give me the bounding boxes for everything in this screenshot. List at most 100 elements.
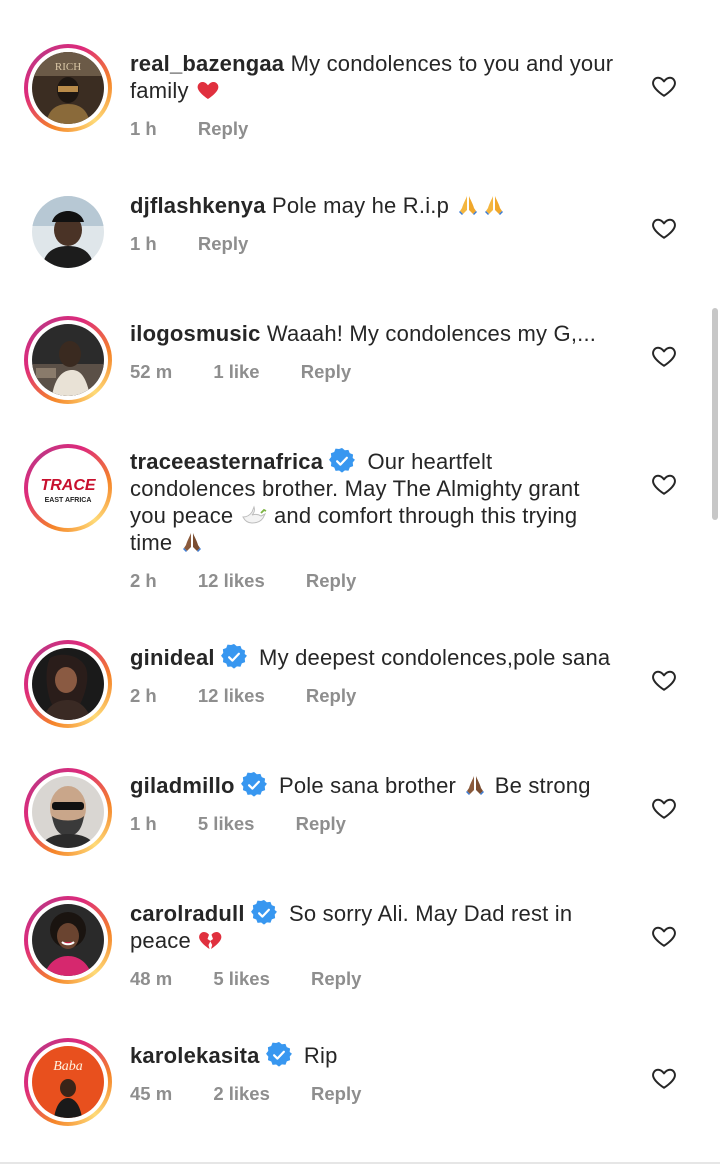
comment-meta: 1 h Reply <box>130 118 284 140</box>
comment-body-line2: condolences brother. May The Almighty gr… <box>130 476 580 501</box>
svg-text:EAST AFRICA: EAST AFRICA <box>45 497 92 504</box>
avatar[interactable] <box>24 768 112 856</box>
timestamp: 1 h <box>130 813 157 834</box>
like-heart-icon[interactable] <box>651 923 677 949</box>
trace-logo: TRACE EAST AFRICA <box>32 452 104 524</box>
pray-emoji <box>481 193 507 217</box>
timestamp: 1 h <box>130 118 157 139</box>
comment-body-line3b: and comfort through this trying <box>273 503 578 528</box>
verified-badge-icon <box>251 900 277 926</box>
comment-body-line4: time <box>130 530 173 555</box>
comment-text: real_bazengaa My condolences to you and … <box>130 50 630 104</box>
timestamp: 2 h <box>130 570 157 591</box>
avatar[interactable] <box>24 896 112 984</box>
username[interactable]: traceeasternafrica <box>130 449 323 474</box>
timestamp: 52 m <box>130 361 173 382</box>
comment-text: ilogosmusic Waaah! My condolences my G,.… <box>130 320 630 347</box>
like-count[interactable]: 5 likes <box>213 968 270 989</box>
username[interactable]: djflashkenya <box>130 193 266 218</box>
svg-text:RICH: RICH <box>55 61 81 73</box>
profile-photo <box>32 776 104 848</box>
username[interactable]: giladmillo <box>130 773 235 798</box>
reply-button[interactable]: Reply <box>296 813 346 834</box>
broken-heart-emoji <box>197 928 223 952</box>
like-count[interactable]: 12 likes <box>198 685 265 706</box>
profile-photo <box>32 324 104 396</box>
reply-button[interactable]: Reply <box>198 233 248 254</box>
reply-button[interactable]: Reply <box>311 968 361 989</box>
pray-emoji <box>462 773 488 797</box>
comment-body: Pole may he R.i.p <box>272 193 450 218</box>
red-heart-emoji <box>195 78 221 102</box>
comment-meta: 2 h 12 likes Reply <box>130 685 392 707</box>
reply-button[interactable]: Reply <box>301 361 351 382</box>
profile-photo <box>32 904 104 976</box>
pray-emoji <box>455 193 481 217</box>
scrollbar[interactable] <box>712 308 718 520</box>
comment-body-line3: you peace <box>130 503 234 528</box>
avatar[interactable]: TRACE EAST AFRICA <box>24 444 112 532</box>
timestamp: 2 h <box>130 685 157 706</box>
like-count[interactable]: 12 likes <box>198 570 265 591</box>
verified-badge-icon <box>241 772 267 798</box>
reply-button[interactable]: Reply <box>306 570 356 591</box>
comment-text: carolradull So sorry Ali. May Dad rest i… <box>130 900 630 954</box>
like-count[interactable]: 2 likes <box>213 1083 270 1104</box>
like-heart-icon[interactable] <box>651 795 677 821</box>
like-heart-icon[interactable] <box>651 73 677 99</box>
comment-body-line2: family <box>130 78 189 103</box>
comment-body: My deepest condolences,pole sana <box>259 645 611 670</box>
timestamp: 48 m <box>130 968 173 989</box>
comment-body: Pole sana brother <box>279 773 457 798</box>
like-heart-icon[interactable] <box>651 667 677 693</box>
timestamp: 1 h <box>130 233 157 254</box>
comment-text: giladmillo Pole sana brother Be strong <box>130 772 630 799</box>
username[interactable]: carolradull <box>130 901 245 926</box>
comment-text: traceeasternafrica Our heartfelt condole… <box>130 448 630 556</box>
dove-emoji <box>240 503 268 527</box>
timestamp: 45 m <box>130 1083 173 1104</box>
avatar[interactable] <box>24 640 112 728</box>
comment-body: So sorry Ali. May Dad rest in <box>289 901 573 926</box>
comment-text: ginideal My deepest condolences,pole san… <box>130 644 630 671</box>
pray-emoji <box>179 530 205 554</box>
like-heart-icon[interactable] <box>651 215 677 241</box>
avatar[interactable] <box>24 316 112 404</box>
avatar[interactable]: RICH <box>24 44 112 132</box>
comment-body: Waaah! My condolences my G,... <box>266 321 597 346</box>
comment-body-part2: Be strong <box>494 773 591 798</box>
profile-photo <box>32 196 104 268</box>
comment-meta: 1 h Reply <box>130 233 284 255</box>
verified-badge-icon <box>329 448 355 474</box>
like-heart-icon[interactable] <box>651 471 677 497</box>
reply-button[interactable]: Reply <box>198 118 248 139</box>
comment-body: Our heartfelt <box>367 449 493 474</box>
divider <box>0 1162 720 1164</box>
username[interactable]: ilogosmusic <box>130 321 261 346</box>
username[interactable]: ginideal <box>130 645 215 670</box>
reply-button[interactable]: Reply <box>306 685 356 706</box>
like-count[interactable]: 1 like <box>213 361 259 382</box>
like-heart-icon[interactable] <box>651 1065 677 1091</box>
reply-button[interactable]: Reply <box>311 1083 361 1104</box>
profile-photo <box>32 648 104 720</box>
username[interactable]: karolekasita <box>130 1043 260 1068</box>
comment-text: djflashkenya Pole may he R.i.p <box>130 192 630 219</box>
username[interactable]: real_bazengaa <box>130 51 284 76</box>
like-count[interactable]: 5 likes <box>198 813 255 834</box>
verified-badge-icon <box>221 644 247 670</box>
avatar[interactable] <box>32 196 104 268</box>
comment-meta: 52 m 1 like Reply <box>130 361 387 383</box>
comment-text: karolekasita Rip <box>130 1042 630 1069</box>
comment-body-line2: peace <box>130 928 191 953</box>
like-heart-icon[interactable] <box>651 343 677 369</box>
comment-meta: 45 m 2 likes Reply <box>130 1083 397 1105</box>
avatar[interactable]: Baba <box>24 1038 112 1126</box>
profile-photo: Baba <box>32 1046 104 1118</box>
comment-meta: 2 h 12 likes Reply <box>130 570 392 592</box>
profile-photo: RICH <box>32 52 104 124</box>
comment-meta: 48 m 5 likes Reply <box>130 968 397 990</box>
comment-body: Rip <box>303 1043 338 1068</box>
svg-text:Baba: Baba <box>53 1059 83 1074</box>
comment-meta: 1 h 5 likes Reply <box>130 813 382 835</box>
